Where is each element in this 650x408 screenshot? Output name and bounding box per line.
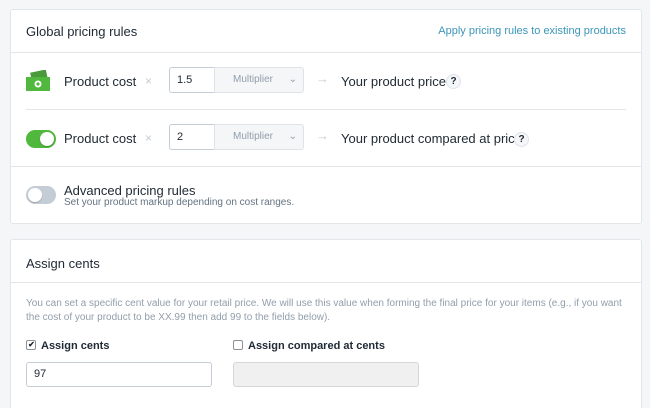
product-cost-label: Product cost	[64, 74, 137, 89]
select-value: Multiplier	[233, 131, 274, 142]
toggle-knob	[40, 132, 54, 146]
money-icon	[26, 70, 50, 91]
help-icon[interactable]: ?	[446, 74, 461, 89]
assign-cents-checkbox-label: Assign cents	[41, 340, 110, 352]
assign-compare-cents-checkbox-row[interactable]: Assign compared at cents	[233, 340, 385, 352]
advanced-pricing-toggle[interactable]	[26, 186, 56, 204]
global-pricing-title: Global pricing rules	[26, 24, 138, 39]
compare-price-row: Product cost × 2 Multiplier ⌄ → Your pro…	[11, 110, 641, 166]
assign-cents-checkbox-row[interactable]: Assign cents	[26, 340, 109, 352]
product-cost-label: Product cost	[64, 131, 137, 146]
assign-cents-title: Assign cents	[26, 256, 100, 271]
help-icon[interactable]: ?	[514, 132, 529, 147]
assign-compare-cents-checkbox-label: Assign compared at cents	[248, 340, 385, 352]
arrow-right-icon: →	[316, 71, 329, 86]
advanced-pricing-title: Advanced pricing rules	[64, 183, 196, 198]
product-price-row: Product cost × 1.5 Multiplier ⌄ → Your p…	[11, 53, 641, 109]
global-pricing-card: Global pricing rules Apply pricing rules…	[10, 9, 642, 224]
times-symbol: ×	[145, 131, 153, 145]
price-multiplier-input[interactable]: 1.5	[169, 67, 214, 93]
your-compare-price-label: Your product compared at price	[341, 131, 522, 146]
toggle-knob	[28, 188, 42, 202]
assign-cents-header: Assign cents	[11, 240, 641, 283]
assign-cents-checkbox[interactable]	[26, 340, 36, 350]
apply-pricing-link[interactable]: Apply pricing rules to existing products	[438, 25, 626, 37]
price-multiplier-select[interactable]: Multiplier ⌄	[214, 67, 304, 93]
compare-multiplier-select[interactable]: Multiplier ⌄	[214, 124, 304, 150]
chevron-down-icon: ⌄	[288, 131, 297, 142]
arrow-right-icon: →	[316, 128, 329, 143]
compare-price-toggle[interactable]	[26, 130, 56, 148]
advanced-pricing-subtitle: Set your product markup depending on cos…	[64, 197, 295, 208]
chevron-down-icon: ⌄	[288, 74, 297, 85]
times-symbol: ×	[145, 74, 153, 88]
section-divider	[11, 166, 641, 167]
assign-cents-description: You can set a specific cent value for yo…	[26, 298, 622, 323]
your-product-price-label: Your product price	[341, 74, 447, 89]
global-pricing-header: Global pricing rules Apply pricing rules…	[11, 10, 641, 53]
assign-compare-cents-checkbox[interactable]	[233, 340, 243, 350]
assign-cents-input[interactable]: 97	[26, 362, 212, 387]
compare-multiplier-input[interactable]: 2	[169, 124, 214, 150]
assign-compare-cents-input[interactable]	[233, 362, 419, 387]
assign-cents-card: Assign cents You can set a specific cent…	[10, 239, 642, 408]
select-value: Multiplier	[233, 74, 274, 85]
